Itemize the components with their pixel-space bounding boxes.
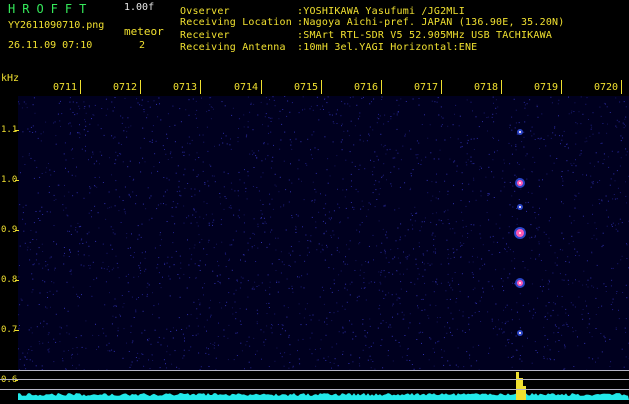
background-noise: [18, 96, 629, 370]
time-tick-mark: [80, 80, 81, 94]
receiver-key: Receiver: [180, 30, 297, 41]
spectrogram: [18, 96, 629, 370]
freq-tick-mark: [15, 130, 19, 131]
file-name: YY2611090710.png: [8, 20, 104, 31]
signal-level-canvas: [18, 370, 629, 400]
antenna-value: :10mH 3el.YAGI Horizontal:ENE: [297, 42, 477, 53]
noise-floor: [18, 393, 629, 400]
observer-line: Ovserver:YOSHIKAWA Yasufumi /JG2MLI: [180, 6, 465, 17]
guide-line: [0, 370, 629, 371]
meteor-peak: [516, 372, 519, 400]
time-tick-mark: [321, 80, 322, 94]
location-line: Receiving Location:Nagoya Aichi-pref. JA…: [180, 17, 564, 28]
capture-datetime: 26.11.09 07:10: [8, 40, 92, 51]
y-axis-unit: kHz: [1, 73, 19, 84]
time-tick-0711: 0711: [53, 82, 89, 93]
signal-level-strip: [18, 370, 629, 400]
antenna-line: Receiving Antenna:10mH 3el.YAGI Horizont…: [180, 42, 477, 53]
location-value: :Nagoya Aichi-pref. JAPAN (136.90E, 35.2…: [297, 17, 564, 28]
meteor-count-label: meteor: [124, 26, 164, 37]
header-panel: HROFFT 1.00f YY2611090710.png 26.11.09 0…: [0, 0, 629, 80]
spectrogram-canvas: [18, 96, 629, 370]
meteor-count-value: 2: [139, 40, 145, 51]
freq-tick-mark: [15, 330, 19, 331]
time-tick-0719: 0719: [534, 82, 570, 93]
app-version: 1.00f: [124, 2, 154, 13]
observer-key: Ovserver: [180, 6, 297, 17]
time-tick-0718: 0718: [474, 82, 510, 93]
guide-line: [0, 389, 629, 390]
time-tick-mark: [441, 80, 442, 94]
time-tick-0716: 0716: [354, 82, 390, 93]
time-tick-0714: 0714: [234, 82, 270, 93]
time-tick-0713: 0713: [173, 82, 209, 93]
receiver-line: Receiver:SMArt RTL-SDR V5 52.905MHz USB …: [180, 30, 552, 41]
time-tick-0720: 0720: [594, 82, 629, 93]
time-tick-mark: [200, 80, 201, 94]
location-key: Receiving Location: [180, 17, 297, 28]
time-tick-0715: 0715: [294, 82, 330, 93]
time-tick-mark: [621, 80, 622, 94]
observer-value: :YOSHIKAWA Yasufumi /JG2MLI: [297, 6, 465, 17]
receiver-value: :SMArt RTL-SDR V5 52.905MHz USB TACHIKAW…: [297, 30, 552, 41]
time-tick-0712: 0712: [113, 82, 149, 93]
freq-tick-mark: [15, 230, 19, 231]
freq-tick-mark: [15, 280, 19, 281]
time-tick-mark: [561, 80, 562, 94]
meteor-echo: [514, 129, 526, 336]
time-tick-mark: [501, 80, 502, 94]
freq-tick-mark: [15, 180, 19, 181]
time-tick-mark: [261, 80, 262, 94]
time-tick-0717: 0717: [414, 82, 450, 93]
time-tick-mark: [381, 80, 382, 94]
time-tick-mark: [140, 80, 141, 94]
app-title: HROFFT: [8, 2, 93, 16]
guide-line: [0, 379, 629, 380]
antenna-key: Receiving Antenna: [180, 42, 297, 53]
